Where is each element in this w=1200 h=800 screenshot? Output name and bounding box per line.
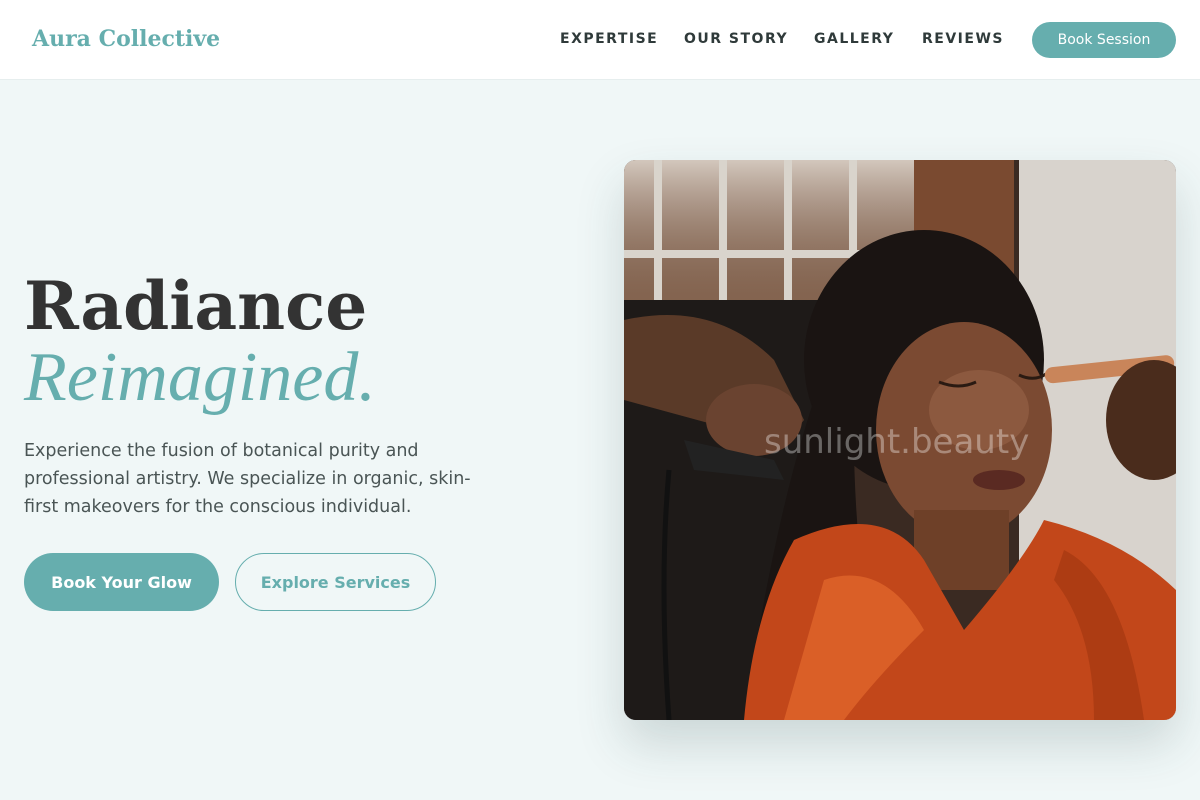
hero-image: sunlight.beauty xyxy=(624,160,1176,720)
image-watermark: sunlight.beauty xyxy=(764,422,1030,462)
nav-link-reviews[interactable]: REVIEWS xyxy=(922,31,1004,47)
nav-link-gallery[interactable]: GALLERY xyxy=(814,31,894,47)
hero-title-line2: Reimagined. xyxy=(24,339,376,416)
book-your-glow-button[interactable]: Book Your Glow xyxy=(24,553,219,611)
site-header: Aura Collective EXPERTISE OUR STORY GALL… xyxy=(0,0,1200,80)
explore-services-button[interactable]: Explore Services xyxy=(235,553,436,611)
nav-link-expertise[interactable]: EXPERTISE xyxy=(560,31,658,47)
hero-title-line1: Radiance xyxy=(24,267,368,345)
nav-link-our-story[interactable]: OUR STORY xyxy=(684,31,788,47)
book-session-button[interactable]: Book Session xyxy=(1032,22,1176,58)
brand-logo[interactable]: Aura Collective xyxy=(32,26,220,52)
hero-description: Experience the fusion of botanical purit… xyxy=(24,441,471,517)
